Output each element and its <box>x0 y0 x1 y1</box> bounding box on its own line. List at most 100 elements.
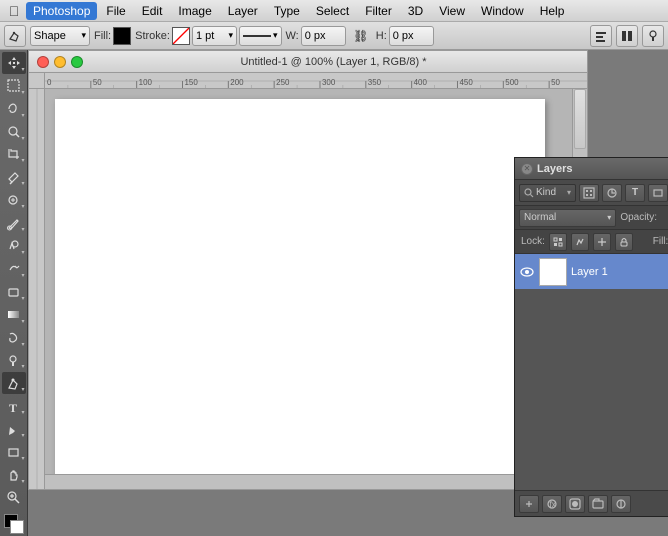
svg-text:50: 50 <box>93 78 102 87</box>
layer-visibility-toggle[interactable] <box>519 264 535 280</box>
add-mask-icon[interactable] <box>565 495 585 513</box>
path-select-tool[interactable]: ▾ <box>2 418 26 440</box>
shape-tool[interactable]: ▾ <box>2 441 26 463</box>
layers-filter-toolbar: Kind ▾ T <box>515 180 668 206</box>
menu-image[interactable]: Image <box>171 2 218 20</box>
link-layers-icon[interactable] <box>519 495 539 513</box>
menubar:  Photoshop File Edit Image Layer Type S… <box>0 0 668 22</box>
add-layer-style-icon[interactable]: fx <box>542 495 562 513</box>
width-label: W: <box>286 30 299 42</box>
pen-tool[interactable]: ▾ <box>2 372 26 394</box>
filter-text-icon[interactable]: T <box>625 184 645 202</box>
menu-photoshop[interactable]: Photoshop <box>26 2 97 20</box>
menu-file[interactable]: File <box>99 2 132 20</box>
horizontal-scrollbar[interactable] <box>45 474 572 489</box>
menu-window[interactable]: Window <box>474 2 531 20</box>
svg-text:150: 150 <box>184 78 198 87</box>
svg-text:400: 400 <box>414 78 428 87</box>
menu-layer[interactable]: Layer <box>221 2 265 20</box>
pen-tool-icon[interactable] <box>4 25 26 47</box>
gradient-tool[interactable]: ▾ <box>2 304 26 326</box>
canvas-document <box>55 99 545 479</box>
lock-position-icon[interactable] <box>593 233 611 251</box>
layer-1-row[interactable]: Layer 1 <box>515 254 668 290</box>
svg-text:fx: fx <box>550 500 556 509</box>
canvas-area: Untitled-1 @ 100% (Layer 1, RGB/8) * 0 5… <box>28 50 668 536</box>
filter-kind-label: Kind <box>536 187 556 198</box>
canvas-body[interactable]: 0 50 100 150 200 250 300 <box>28 72 588 490</box>
blur-tool[interactable]: ▾ <box>2 327 26 349</box>
panel-close-button[interactable]: ✕ <box>521 163 533 175</box>
fill-label-layers: Fill: <box>653 236 668 247</box>
svg-text:450: 450 <box>459 78 473 87</box>
blending-mode-dropdown[interactable]: Normal <box>519 209 616 227</box>
lock-transparent-pixels-icon[interactable] <box>549 233 567 251</box>
window-title: Untitled-1 @ 100% (Layer 1, RGB/8) * <box>88 56 579 68</box>
filter-shape-icon[interactable] <box>648 184 668 202</box>
svg-text:100: 100 <box>139 78 153 87</box>
menu-filter[interactable]: Filter <box>358 2 399 20</box>
stroke-style-dropdown[interactable] <box>239 26 282 46</box>
quick-select-tool[interactable]: ▾ <box>2 121 26 143</box>
canvas-content[interactable] <box>45 89 587 489</box>
text-tool[interactable]: T ▾ <box>2 395 26 417</box>
width-input[interactable]: 0 px <box>301 26 346 46</box>
lock-all-icon[interactable] <box>615 233 633 251</box>
stroke-label: Stroke: <box>135 30 170 42</box>
filter-adjustment-icon[interactable] <box>602 184 622 202</box>
menu-help[interactable]: Help <box>533 2 572 20</box>
lock-image-pixels-icon[interactable] <box>571 233 589 251</box>
create-group-icon[interactable] <box>588 495 608 513</box>
ruler-vertical <box>29 89 45 489</box>
apple-logo-icon[interactable]:  <box>4 0 24 22</box>
menu-select[interactable]: Select <box>309 2 356 20</box>
hand-tool[interactable]: ▾ <box>2 464 26 486</box>
eyedropper-tool[interactable]: ▾ <box>2 166 26 188</box>
spot-heal-tool[interactable]: ▾ <box>2 189 26 211</box>
layers-panel-title: Layers <box>537 163 572 175</box>
menu-edit[interactable]: Edit <box>135 2 170 20</box>
maximize-button[interactable] <box>71 56 83 68</box>
stroke-width-dropdown[interactable]: 1 pt <box>192 26 237 46</box>
close-button[interactable] <box>37 56 49 68</box>
canvas-settings-icon[interactable] <box>616 25 638 47</box>
layers-filter-search[interactable]: Kind ▾ <box>519 184 576 202</box>
align-left-icon[interactable] <box>590 25 612 47</box>
opacity-label: Opacity: <box>620 212 657 223</box>
move-tool[interactable]: ▾ <box>2 52 26 74</box>
lasso-tool[interactable]: ▾ <box>2 98 26 120</box>
opacity-value[interactable]: 100 <box>661 212 668 223</box>
height-input[interactable]: 0 px <box>389 26 434 46</box>
minimize-button[interactable] <box>54 56 66 68</box>
menu-3d[interactable]: 3D <box>401 2 430 20</box>
lock-label: Lock: <box>521 236 545 247</box>
canvas-window: Untitled-1 @ 100% (Layer 1, RGB/8) * 0 5… <box>28 50 588 490</box>
layers-empty-area <box>515 290 668 490</box>
menu-type[interactable]: Type <box>267 2 307 20</box>
fill-label: Fill: <box>94 30 111 42</box>
create-adjustment-layer-icon[interactable] <box>611 495 631 513</box>
blending-mode-row: Normal Opacity: 100 <box>515 206 668 230</box>
clone-stamp-tool[interactable]: ▾ <box>2 235 26 257</box>
optionsbar: Shape Fill: Stroke: 1 pt W: 0 px ⛓ H: 0 … <box>0 22 668 50</box>
eraser-tool[interactable]: ▾ <box>2 281 26 303</box>
zoom-tool[interactable] <box>2 487 26 509</box>
filter-pixel-icon[interactable] <box>579 184 599 202</box>
tool-mode-dropdown[interactable]: Shape <box>30 26 90 46</box>
ruler-corner <box>29 73 45 89</box>
fill-color-swatch[interactable] <box>113 27 131 45</box>
brush-settings-icon[interactable] <box>642 25 664 47</box>
menu-view[interactable]: View <box>432 2 472 20</box>
brush-tool[interactable]: ▾ <box>2 212 26 234</box>
link-dimensions-icon[interactable]: ⛓ <box>350 25 372 47</box>
foreground-background-colors[interactable] <box>2 514 26 534</box>
selection-tool[interactable]: ▾ <box>2 75 26 97</box>
vertical-scrollbar-thumb[interactable] <box>574 89 586 149</box>
history-brush-tool[interactable]: ▾ <box>2 258 26 280</box>
crop-tool[interactable]: ▾ <box>2 144 26 166</box>
stroke-color-swatch[interactable] <box>172 27 190 45</box>
svg-text:300: 300 <box>322 78 336 87</box>
layer-thumbnail <box>539 258 567 286</box>
dodge-tool[interactable]: ▾ <box>2 350 26 372</box>
svg-text:50: 50 <box>551 78 560 87</box>
